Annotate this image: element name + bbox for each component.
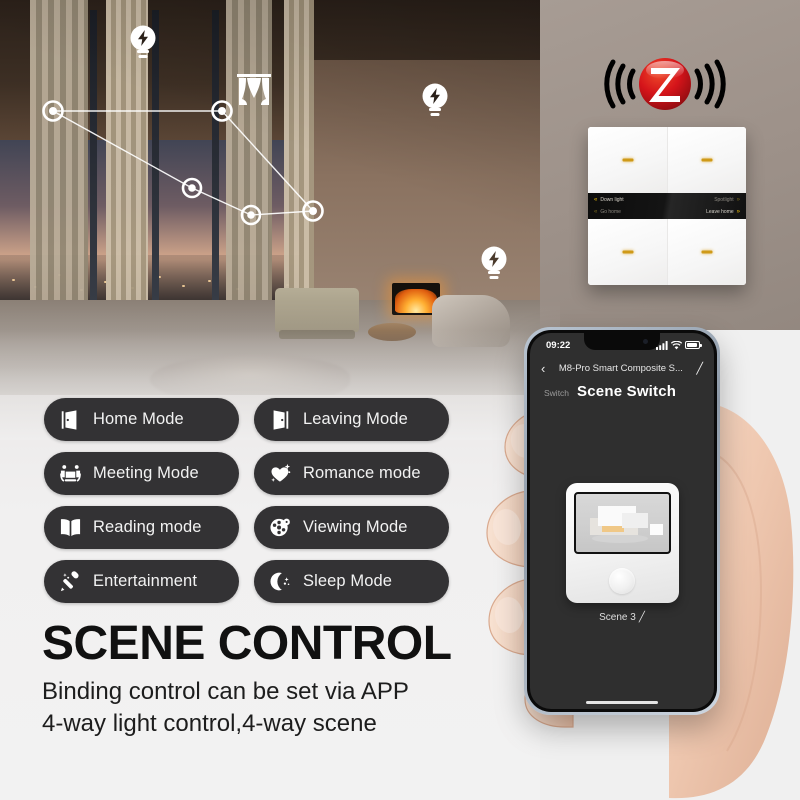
subtitle-line-1: Binding control can be set via APP	[42, 678, 409, 705]
phone-screen[interactable]: 09:22 ‹ M8-Pro Smart Composite S... ╱ Sw…	[530, 333, 714, 709]
switch-label-text: Down light	[600, 196, 624, 203]
phone-nav-bar: ‹ M8-Pro Smart Composite S... ╱	[530, 357, 714, 380]
bulb-icon	[130, 25, 156, 58]
wall-switch-panel[interactable]: « Down light Spotlight » « Go home Leave…	[588, 127, 746, 285]
microphone-icon	[58, 570, 82, 594]
scene-name-text: Scene 3	[599, 612, 636, 623]
switch-label-text: Spotlight	[714, 196, 734, 203]
curtain-icon	[237, 74, 271, 105]
scene-card[interactable]	[565, 483, 679, 603]
scene-pill-meeting-mode[interactable]: Meeting Mode	[44, 452, 239, 495]
poster-canvas: Home Mode Leaving Mode Meeting Mode Roma…	[0, 0, 800, 800]
pencil-icon[interactable]: ╱	[696, 362, 703, 375]
switch-label-down-light: « Down light	[594, 197, 624, 203]
status-time: 09:22	[546, 339, 571, 351]
scene-pill-home-mode[interactable]: Home Mode	[44, 398, 239, 441]
scene-card-label[interactable]: Scene 3 ╱	[599, 612, 645, 623]
door-exit-icon	[268, 408, 292, 432]
phone-tabs: Switch Scene Switch	[530, 380, 714, 400]
chevron-right-icon: »	[736, 209, 740, 216]
switch-label-text: Go home	[600, 209, 621, 216]
chevron-left-icon: «	[594, 196, 598, 203]
open-book-icon	[58, 516, 82, 540]
page-subtitle: Binding control can be set via APP 4-way…	[42, 676, 409, 739]
scene-pill-label: Sleep Mode	[303, 572, 393, 590]
moon-stars-icon	[268, 570, 292, 594]
wifi-icon	[671, 340, 682, 349]
switch-button-top-right[interactable]	[667, 127, 746, 194]
meeting-table-icon	[58, 462, 82, 486]
door-open-icon	[58, 408, 82, 432]
tab-scene-switch[interactable]: Scene Switch	[577, 383, 676, 400]
zigbee-logo-icon	[604, 58, 726, 110]
scene-pill-reading-mode[interactable]: Reading mode	[44, 506, 239, 549]
page-title: SCENE CONTROL	[42, 617, 452, 670]
scene-pill-sleep-mode[interactable]: Sleep Mode	[254, 560, 449, 603]
scene-pill-label: Entertainment	[93, 572, 198, 590]
scene-pill-label: Romance mode	[303, 464, 421, 482]
bulb-icon	[481, 246, 507, 279]
switch-label-strip: « Down light Spotlight » « Go home Leave…	[588, 193, 746, 219]
scene-pill-leaving-mode[interactable]: Leaving Mode	[254, 398, 449, 441]
scene-pill-romance-mode[interactable]: Romance mode	[254, 452, 449, 495]
battery-icon	[685, 341, 702, 349]
scene-pill-label: Leaving Mode	[303, 410, 408, 428]
device-title: M8-Pro Smart Composite S...	[558, 363, 683, 374]
scene-pill-entertainment[interactable]: Entertainment	[44, 560, 239, 603]
pencil-icon[interactable]: ╱	[639, 612, 645, 623]
tab-switch[interactable]: Switch	[544, 388, 569, 400]
switch-label-text: Leave home	[706, 209, 734, 216]
scene-mode-list: Home Mode Leaving Mode Meeting Mode Roma…	[44, 398, 464, 603]
chevron-right-icon: »	[736, 196, 740, 203]
round-push-button-icon[interactable]	[609, 568, 635, 594]
chevron-left-icon: «	[594, 209, 598, 216]
switch-label-leave-home: Leave home »	[706, 209, 740, 215]
heart-sparkle-icon	[268, 462, 292, 486]
scene-pill-label: Meeting Mode	[93, 464, 199, 482]
bulb-icon	[422, 83, 448, 116]
cellular-signal-icon	[656, 340, 668, 350]
scene-section: Scene 3 ╱	[530, 483, 714, 623]
switch-label-row-2: « Go home Leave home »	[594, 206, 740, 219]
scene-pill-viewing-mode[interactable]: Viewing Mode	[254, 506, 449, 549]
mesh-network-overlay	[42, 100, 324, 226]
switch-button-top-left[interactable]	[588, 127, 667, 194]
mesh-node-icon	[42, 100, 324, 226]
switch-label-row-1: « Down light Spotlight »	[594, 193, 740, 206]
scene-pill-label: Reading mode	[93, 518, 202, 536]
home-indicator	[586, 700, 658, 704]
switch-label-go-home: « Go home	[594, 209, 621, 215]
switch-button-bottom-right[interactable]	[667, 218, 746, 285]
scene-pill-label: Viewing Mode	[303, 518, 408, 536]
smartphone: 09:22 ‹ M8-Pro Smart Composite S... ╱ Sw…	[524, 327, 720, 715]
switch-button-bottom-left[interactable]	[588, 218, 667, 285]
scene-pill-label: Home Mode	[93, 410, 184, 428]
film-reel-icon	[268, 516, 292, 540]
subtitle-line-2: 4-way light control,4-way scene	[42, 709, 377, 737]
phone-status-bar: 09:22	[530, 333, 714, 357]
smart-home-render-icon	[573, 492, 671, 554]
switch-label-spotlight: Spotlight »	[714, 197, 740, 203]
